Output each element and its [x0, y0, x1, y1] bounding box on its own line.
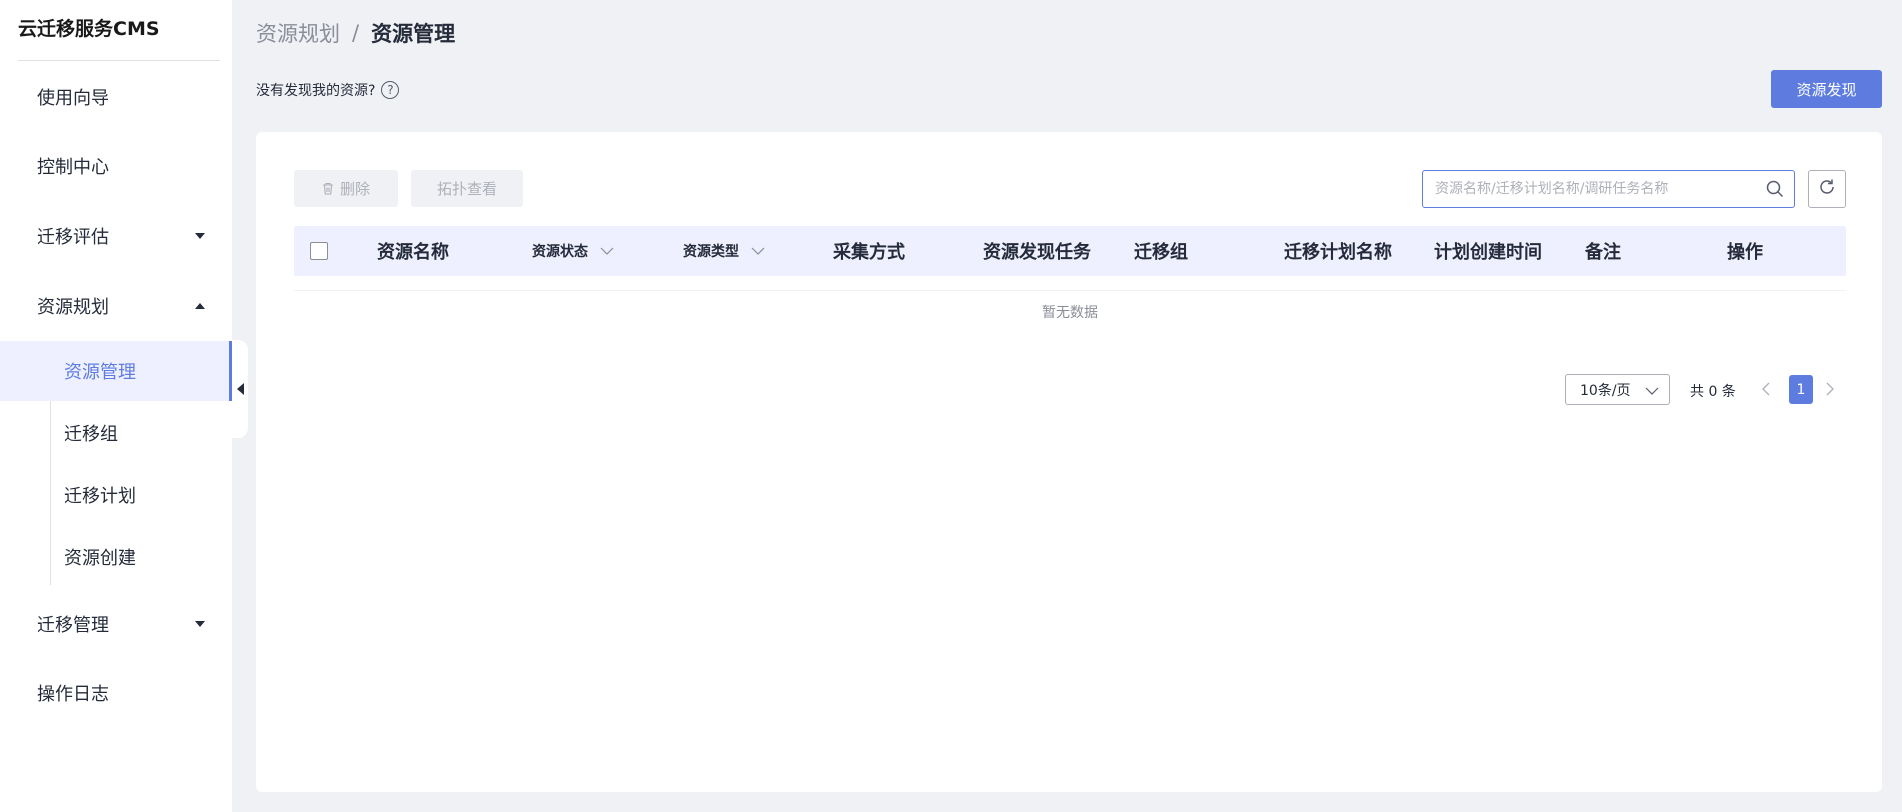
column-header-resource-name: 资源名称: [377, 226, 449, 276]
delete-button[interactable]: 删除: [294, 170, 398, 207]
column-label: 备注: [1585, 242, 1621, 263]
refresh-button[interactable]: [1808, 170, 1846, 208]
chevron-right-icon[interactable]: [1826, 381, 1834, 400]
column-label: 资源发现任务: [983, 242, 1091, 263]
sidebar-subitem-resource-creation[interactable]: 资源创建: [0, 527, 232, 587]
sidebar-item-operation-log[interactable]: 操作日志: [0, 663, 232, 723]
sidebar-item-label: 迁移组: [64, 424, 118, 445]
search-icon[interactable]: [1766, 180, 1784, 202]
breadcrumb-separator: /: [352, 21, 360, 45]
chevron-down-icon: [1645, 383, 1659, 399]
sidebar-item-label: 操作日志: [37, 684, 109, 705]
search-input[interactable]: [1435, 181, 1755, 197]
column-label: 迁移计划名称: [1284, 242, 1392, 263]
search-box[interactable]: [1422, 170, 1795, 208]
delete-button-label: 删除: [339, 180, 370, 198]
sidebar-item-console[interactable]: 控制中心: [0, 136, 232, 196]
refresh-icon: [1818, 178, 1836, 200]
empty-state-text: 暂无数据: [1042, 305, 1098, 321]
column-header-migration-group: 迁移组: [1134, 226, 1188, 276]
brand-divider: [18, 60, 220, 61]
hint-text: 没有发现我的资源?: [256, 83, 376, 99]
sidebar-item-label: 资源规划: [37, 297, 109, 318]
sidebar-item-label: 迁移计划: [64, 486, 136, 507]
column-header-resource-status[interactable]: 资源状态: [532, 226, 614, 276]
column-label: 计划创建时间: [1434, 242, 1542, 263]
sidebar-item-label: 资源管理: [64, 362, 136, 383]
column-header-resource-type[interactable]: 资源类型: [683, 226, 765, 276]
column-label: 采集方式: [833, 242, 905, 263]
caret-up-icon: [195, 303, 205, 309]
sidebar-item-resource-planning[interactable]: 资源规划: [0, 276, 232, 336]
caret-down-icon: [195, 621, 205, 627]
column-header-migration-plan-name: 迁移计划名称: [1284, 226, 1392, 276]
column-header-remarks: 备注: [1585, 226, 1621, 276]
sidebar-item-label: 迁移评估: [37, 227, 109, 248]
sidebar-subitem-migration-group[interactable]: 迁移组: [0, 403, 232, 463]
column-header-actions: 操作: [1727, 226, 1763, 276]
total-count: 共 0 条: [1690, 384, 1736, 400]
page-size-select[interactable]: 10条/页: [1565, 374, 1670, 405]
sidebar: 云迁移服务CMS 使用向导 控制中心 迁移评估 资源规划 资源管理 迁移组 迁移…: [0, 0, 232, 812]
column-header-discovery-task: 资源发现任务: [983, 226, 1091, 276]
table-header: 资源名称 资源状态 资源类型 采集方式 资源发现任务 迁移组 迁移计划名称 计划…: [294, 226, 1846, 276]
column-label: 迁移组: [1134, 242, 1188, 263]
chevron-down-icon[interactable]: [600, 243, 614, 259]
page-number-current[interactable]: 1: [1789, 375, 1813, 404]
sidebar-item-migration-management[interactable]: 迁移管理: [0, 594, 232, 654]
select-all-checkbox[interactable]: [310, 242, 328, 260]
column-label: 资源名称: [377, 242, 449, 263]
trash-icon: [322, 182, 334, 195]
topology-view-button[interactable]: 拓扑查看: [411, 170, 523, 207]
column-label: 资源类型: [683, 244, 739, 260]
question-circle-icon[interactable]: ?: [381, 81, 400, 99]
resource-discovery-button[interactable]: 资源发现: [1771, 70, 1882, 108]
breadcrumb: 资源规划 / 资源管理: [256, 18, 455, 48]
sidebar-item-label: 资源创建: [64, 548, 136, 569]
column-header-collection-method: 采集方式: [833, 226, 905, 276]
table-divider: [294, 290, 1846, 291]
caret-down-icon: [195, 233, 205, 239]
sidebar-collapse-button[interactable]: [232, 340, 248, 438]
hint: 没有发现我的资源? ?: [256, 80, 400, 100]
column-header-plan-created-time: 计划创建时间: [1434, 226, 1542, 276]
sidebar-item-label: 控制中心: [37, 157, 109, 178]
sidebar-subitem-migration-plan[interactable]: 迁移计划: [0, 465, 232, 525]
column-label: 操作: [1727, 242, 1763, 263]
chevron-down-icon[interactable]: [751, 243, 765, 259]
page-title: 资源管理: [371, 22, 456, 46]
collapse-left-icon: [236, 383, 244, 395]
chevron-left-icon[interactable]: [1762, 381, 1770, 400]
sidebar-item-guide[interactable]: 使用向导: [0, 67, 232, 127]
sidebar-item-label: 使用向导: [37, 88, 109, 109]
sidebar-item-label: 迁移管理: [37, 615, 109, 636]
page-size-value: 10条/页: [1580, 382, 1631, 399]
sidebar-subitem-resource-management[interactable]: 资源管理: [0, 341, 232, 401]
brand-title: 云迁移服务CMS: [18, 18, 160, 40]
breadcrumb-parent[interactable]: 资源规划: [256, 18, 340, 48]
topology-button-label: 拓扑查看: [436, 180, 497, 198]
sidebar-item-assessment[interactable]: 迁移评估: [0, 206, 232, 266]
column-label: 资源状态: [532, 244, 588, 260]
